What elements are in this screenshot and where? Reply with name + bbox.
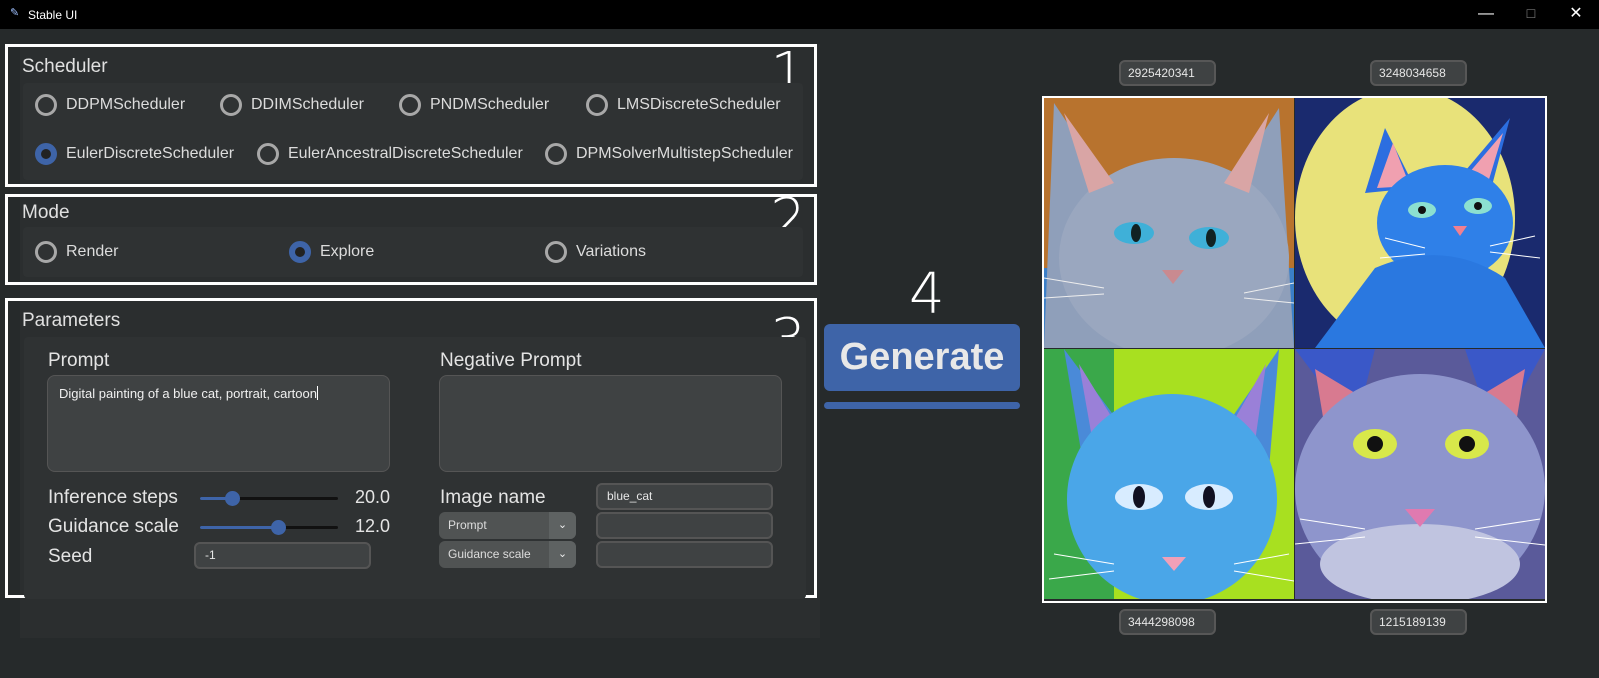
scheduler-title: Scheduler	[22, 56, 108, 77]
scheduler-options: DDPMScheduler DDIMScheduler PNDMSchedule…	[23, 83, 803, 180]
radio-dot-icon	[586, 94, 608, 116]
mode-options: Render Explore Variations	[23, 227, 803, 277]
prompt-input[interactable]: Digital painting of a blue cat, portrait…	[47, 375, 390, 472]
chevron-down-icon[interactable]: ⌄	[549, 541, 576, 568]
guidance-scale-label: Guidance scale	[48, 516, 179, 537]
radio-explore[interactable]: Explore	[289, 240, 374, 264]
radio-dot-icon	[545, 241, 567, 263]
parameters-title: Parameters	[22, 310, 121, 331]
generated-image-4[interactable]	[1295, 349, 1545, 599]
radio-render[interactable]: Render	[35, 240, 118, 264]
seed-input[interactable]: -1	[194, 542, 371, 569]
variation-param-dropdown-2[interactable]: Guidance scale ⌄	[439, 541, 576, 568]
parameters-section: Parameters 3 Prompt Digital painting of …	[5, 298, 817, 599]
slider-thumb[interactable]	[224, 491, 240, 506]
radio-dot-icon	[545, 143, 567, 165]
chevron-down-icon[interactable]: ⌄	[549, 512, 576, 539]
maximize-button[interactable]: ☐	[1521, 4, 1541, 24]
inference-steps-value: 20.0	[354, 487, 390, 507]
negative-prompt-input[interactable]	[439, 375, 782, 472]
variation-value-input-2[interactable]	[596, 541, 773, 568]
guidance-scale-slider[interactable]	[200, 519, 338, 535]
guidance-scale-value: 12.0	[354, 516, 390, 536]
mode-title: Mode	[22, 202, 70, 223]
radio-euler-discrete[interactable]: EulerDiscreteScheduler	[35, 142, 234, 166]
prompt-label: Prompt	[48, 350, 110, 371]
radio-dot-icon	[257, 143, 279, 165]
generated-image-2[interactable]	[1295, 98, 1545, 348]
generated-image-1[interactable]	[1044, 98, 1294, 348]
seed-field-bottom-right[interactable]: 1215189139	[1370, 609, 1467, 635]
variation-param-dropdown-1[interactable]: Prompt ⌄	[439, 512, 576, 539]
step-4-number: 4	[909, 262, 945, 327]
radio-lms-discrete[interactable]: LMSDiscreteScheduler	[586, 93, 781, 117]
radio-ddpm[interactable]: DDPMScheduler	[35, 93, 185, 117]
inference-steps-slider[interactable]	[200, 490, 338, 506]
seed-label: Seed	[48, 546, 93, 567]
radio-variations[interactable]: Variations	[545, 240, 646, 264]
title-bar: ✎ Stable UI — ☐ ✕	[0, 0, 1599, 29]
feather-icon: ✎	[10, 7, 20, 19]
image-name-input[interactable]: blue_cat	[596, 483, 773, 510]
slider-thumb[interactable]	[271, 520, 287, 535]
radio-pndm[interactable]: PNDMScheduler	[399, 93, 549, 117]
seed-field-bottom-left[interactable]: 3444298098	[1119, 609, 1216, 635]
generated-image-3[interactable]	[1044, 349, 1294, 599]
radio-dot-icon	[220, 94, 242, 116]
image-name-label: Image name	[440, 487, 546, 508]
radio-ddim[interactable]: DDIMScheduler	[220, 93, 364, 117]
generated-images-grid	[1042, 96, 1547, 603]
seed-field-top-right[interactable]: 3248034658	[1370, 60, 1467, 86]
text-caret	[316, 386, 318, 400]
radio-euler-ancestral-discrete[interactable]: EulerAncestralDiscreteScheduler	[257, 142, 523, 166]
window-title: Stable UI	[28, 8, 78, 22]
generate-progress-bar	[824, 402, 1020, 409]
radio-dot-icon	[399, 94, 421, 116]
variation-value-input-1[interactable]	[596, 512, 773, 539]
scheduler-section: Scheduler 1 DDPMScheduler DDIMScheduler …	[5, 41, 817, 187]
radio-dot-icon	[289, 241, 311, 263]
seed-field-top-left[interactable]: 2925420341	[1119, 60, 1216, 86]
negative-prompt-label: Negative Prompt	[440, 350, 582, 371]
radio-dot-icon	[35, 143, 57, 165]
radio-dpm-solver-multistep[interactable]: DPMSolverMultistepScheduler	[545, 142, 793, 166]
radio-dot-icon	[35, 94, 57, 116]
generate-button[interactable]: Generate	[824, 324, 1020, 391]
mode-section: Mode 2 Render Explore Variations	[5, 187, 817, 285]
minimize-button[interactable]: —	[1476, 4, 1496, 24]
inference-steps-label: Inference steps	[48, 487, 178, 508]
close-button[interactable]: ✕	[1566, 4, 1586, 24]
radio-dot-icon	[35, 241, 57, 263]
parameters-panel: Prompt Digital painting of a blue cat, p…	[24, 337, 806, 599]
